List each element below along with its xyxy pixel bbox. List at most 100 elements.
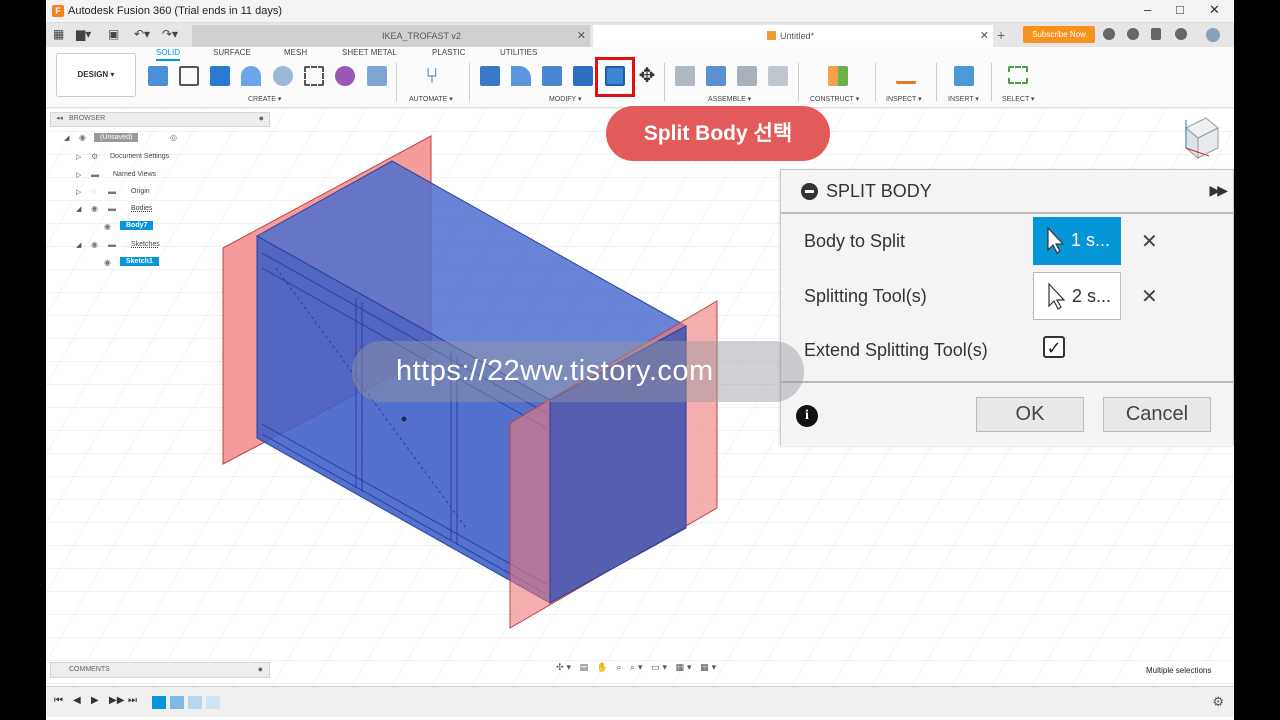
browser-item-sketch1[interactable]: Sketch1	[120, 257, 159, 266]
splitting-tools-selector[interactable]: 2 s...	[1033, 272, 1121, 320]
move-copy-icon[interactable]: ✥	[637, 66, 657, 86]
automate-group-label[interactable]: AUTOMATE ▾	[409, 95, 453, 103]
help-icon[interactable]	[1175, 28, 1187, 40]
timeline-settings-gear-icon[interactable]: ⚙	[1212, 694, 1224, 710]
tab-close-icon[interactable]: ✕	[980, 29, 989, 42]
clear-body-selection-icon[interactable]: ✕	[1141, 229, 1158, 254]
timeline-feature-plane[interactable]	[188, 696, 202, 709]
display-settings-icon[interactable]: ▭▾	[651, 662, 670, 672]
rigid-group-icon[interactable]	[768, 66, 788, 86]
browser-panel-header[interactable]: ◂◂ BROWSER ●	[50, 112, 270, 127]
eye-icon[interactable]: ◉	[79, 133, 86, 142]
eye-icon[interactable]: ◉	[104, 222, 111, 231]
tab-close-icon[interactable]: ✕	[577, 29, 586, 42]
browser-item-sketches[interactable]: Sketches	[131, 241, 160, 248]
inspect-group-label[interactable]: INSPECT ▾	[886, 95, 922, 103]
activate-radio-icon[interactable]: ◎	[170, 133, 177, 142]
new-component-icon[interactable]	[148, 66, 168, 86]
chamfer-icon[interactable]	[542, 66, 562, 86]
construct-group-label[interactable]: CONSTRUCT ▾	[810, 95, 859, 103]
extrude-icon[interactable]	[210, 66, 230, 86]
as-built-joint-icon[interactable]	[737, 66, 757, 86]
derive-icon[interactable]	[367, 66, 387, 86]
design-workspace-button[interactable]: DESIGN ▾	[56, 53, 136, 97]
create-sketch-icon[interactable]	[179, 66, 199, 86]
eye-icon[interactable]: ◉	[104, 258, 111, 267]
timeline-feature-extrude[interactable]	[170, 696, 184, 709]
tab-solid[interactable]: SOLID	[156, 48, 181, 61]
eye-icon[interactable]: ◉	[91, 204, 98, 213]
eye-hidden-icon[interactable]: ◌	[91, 187, 96, 196]
cancel-button[interactable]: Cancel	[1103, 397, 1211, 432]
undo-icon[interactable]: ↶▾	[134, 27, 150, 41]
tab-sheet-metal[interactable]: SHEET METAL	[342, 48, 397, 57]
select-group-label[interactable]: SELECT ▾	[1002, 95, 1035, 103]
info-icon[interactable]: i	[796, 405, 818, 427]
measure-icon[interactable]	[896, 71, 916, 84]
subscribe-now-button[interactable]: Subscribe Now	[1023, 26, 1095, 43]
orbit-icon[interactable]: ✣▾	[556, 662, 574, 672]
hole-icon[interactable]	[273, 66, 293, 86]
save-icon[interactable]: ▣	[108, 27, 119, 41]
offset-plane-icon[interactable]	[828, 66, 848, 86]
form-icon[interactable]	[335, 66, 355, 86]
modify-group-label[interactable]: MODIFY ▾	[549, 95, 582, 103]
new-tab-plus-icon[interactable]: +	[997, 27, 1005, 43]
root-component-unsaved[interactable]: (Unsaved)	[94, 133, 139, 142]
file-menu-icon[interactable]: ▆▾	[76, 27, 91, 41]
timeline-feature-plane[interactable]	[206, 696, 220, 709]
zoom-icon[interactable]: ⌕	[616, 662, 624, 672]
step-back-icon[interactable]: ◀	[73, 695, 81, 706]
browser-item-origin[interactable]: Origin	[131, 188, 150, 195]
automate-icon[interactable]: ⑂	[422, 65, 442, 87]
select-icon[interactable]	[1008, 66, 1028, 84]
data-panel-grid-icon[interactable]: ▦	[53, 27, 64, 41]
clear-tool-selection-icon[interactable]: ✕	[1141, 284, 1158, 309]
minimize-icon[interactable]: –	[1144, 2, 1151, 17]
expand-dialog-icon[interactable]: ▶▶	[1209, 182, 1227, 199]
joint-icon[interactable]	[675, 66, 695, 86]
create-group-label[interactable]: CREATE ▾	[248, 95, 281, 103]
tab-mesh[interactable]: MESH	[284, 48, 307, 57]
expand-triangle-icon[interactable]: ◢	[76, 205, 81, 213]
go-to-end-icon[interactable]: ⏭	[128, 695, 137, 706]
browser-item-named-views[interactable]: Named Views	[113, 171, 156, 178]
tab-ikea-trofast[interactable]: IKEA_TROFAST v2 ✕	[192, 25, 590, 47]
redo-icon[interactable]: ↷▾	[162, 27, 178, 41]
viewports-icon[interactable]: ▦▾	[700, 662, 719, 672]
go-to-start-icon[interactable]: ⏮	[54, 695, 63, 706]
collapse-dialog-icon[interactable]	[801, 183, 818, 200]
eye-icon[interactable]: ◉	[91, 240, 98, 249]
browser-item-document-settings[interactable]: Document Settings	[110, 153, 169, 160]
browser-item-body7[interactable]: Body7	[120, 221, 154, 230]
user-avatar[interactable]	[1206, 28, 1220, 42]
expand-triangle-icon[interactable]: ◢	[64, 134, 69, 142]
tab-untitled[interactable]: Untitled* ✕	[593, 25, 993, 47]
browser-minimize-icon[interactable]: ●	[259, 113, 264, 123]
insert-group-label[interactable]: INSERT ▾	[948, 95, 979, 103]
play-icon[interactable]: ▶	[91, 695, 99, 706]
browser-item-bodies[interactable]: Bodies	[131, 205, 152, 212]
extend-splitting-tools-checkbox[interactable]: ✓	[1043, 336, 1065, 358]
assemble-group-label[interactable]: ASSEMBLE ▾	[708, 95, 751, 103]
pattern-icon[interactable]	[304, 66, 324, 86]
job-status-icon[interactable]	[1127, 28, 1139, 40]
timeline-feature-sketch[interactable]	[152, 696, 166, 709]
ok-button[interactable]: OK	[976, 397, 1084, 432]
maximize-icon[interactable]: □	[1176, 2, 1184, 17]
expand-triangle-icon[interactable]: ▷	[76, 188, 81, 196]
comments-add-icon[interactable]: ●	[258, 664, 263, 674]
step-forward-icon[interactable]: ▶▶	[109, 695, 124, 706]
shell-icon[interactable]	[573, 66, 593, 86]
body-to-split-selector[interactable]: 1 s...	[1033, 217, 1121, 265]
revolve-icon[interactable]	[241, 66, 261, 86]
tab-utilities[interactable]: UTILITIES	[500, 48, 537, 57]
pan-icon[interactable]: ✋	[597, 662, 611, 672]
expand-triangle-icon[interactable]: ▷	[76, 153, 81, 161]
collapse-arrows-icon[interactable]: ◂◂	[56, 114, 63, 122]
grid-settings-icon[interactable]: ▦▾	[676, 662, 695, 672]
insert-image-icon[interactable]	[954, 66, 974, 86]
tab-plastic[interactable]: PLASTIC	[432, 48, 465, 57]
expand-triangle-icon[interactable]: ▷	[76, 171, 81, 179]
press-pull-icon[interactable]	[480, 66, 500, 86]
